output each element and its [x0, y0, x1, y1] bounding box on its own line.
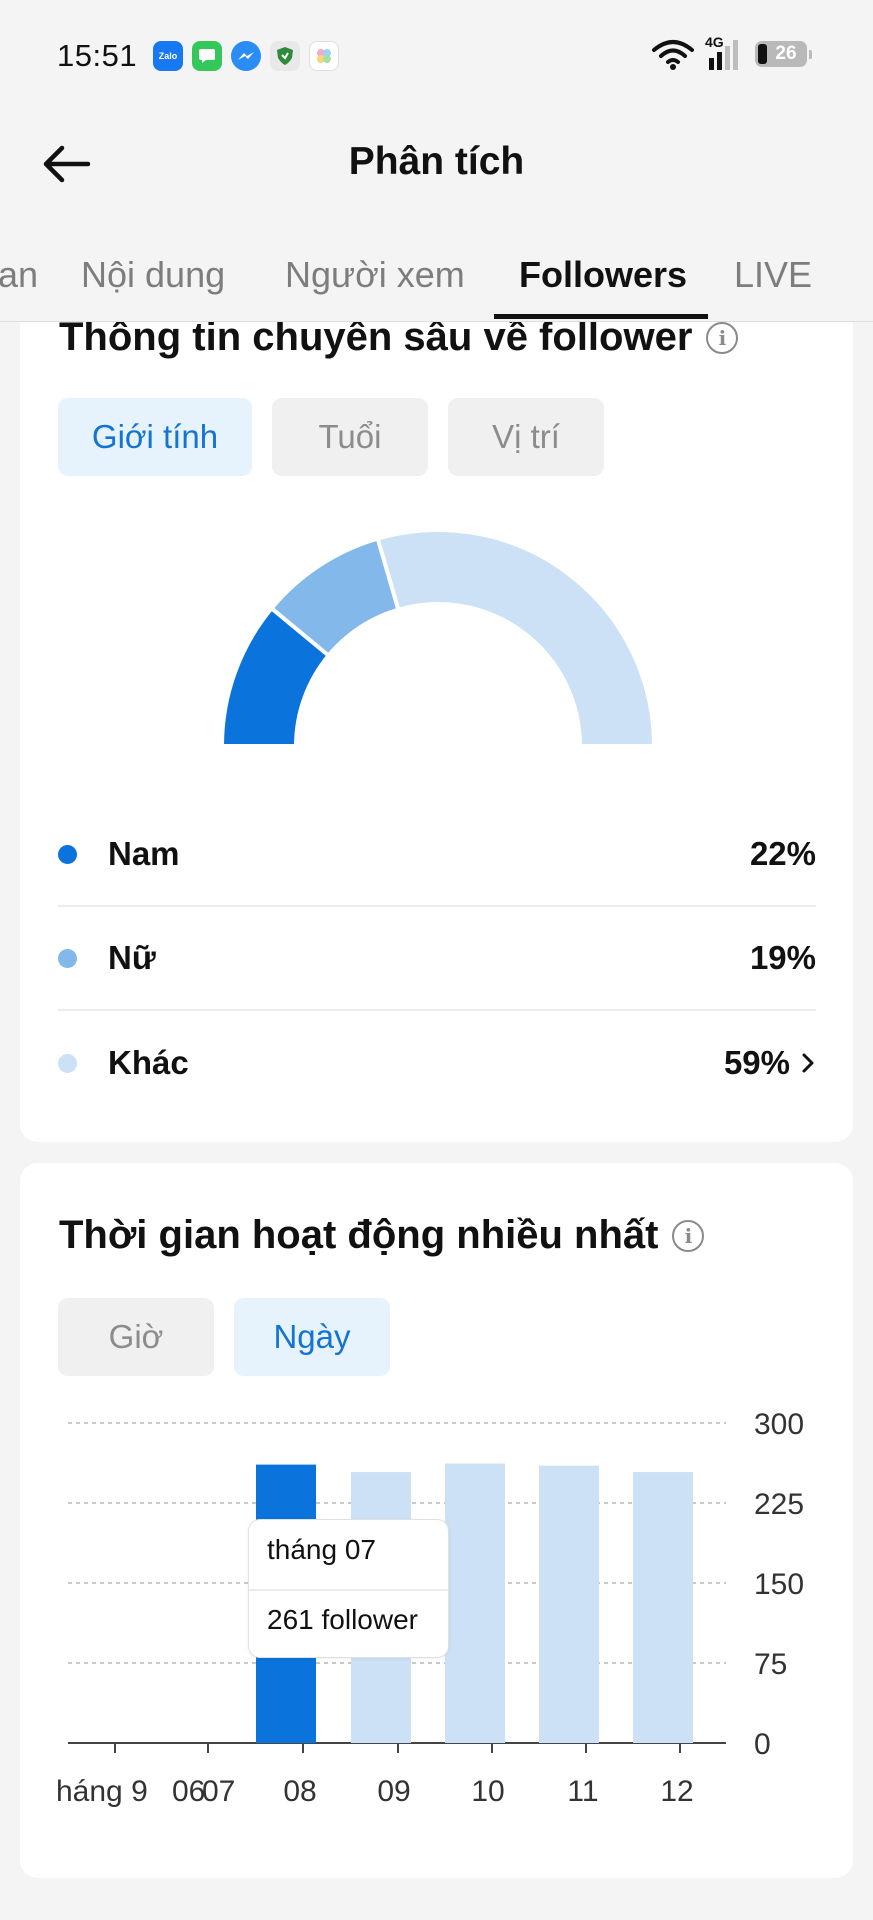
shield-app-icon	[270, 41, 300, 71]
notification-icons: Zalo	[153, 41, 339, 71]
y-tick-label: 0	[754, 1728, 771, 1761]
legend-row-other[interactable]: Khác 59%	[58, 1011, 816, 1115]
gauge-segment-2	[375, 530, 657, 748]
legend-row-male: Nam 22%	[58, 803, 816, 907]
info-icon[interactable]: i	[672, 1219, 705, 1252]
filter-gender[interactable]: Giới tính	[58, 398, 252, 476]
x-tick-label: 12	[660, 1775, 693, 1808]
messages-icon	[192, 41, 222, 71]
follower-insights-card: Thông tin chuyên sâu về follower i Giới …	[20, 290, 853, 1142]
legend-dot	[58, 1053, 77, 1073]
bar-09[interactable]	[445, 1463, 505, 1743]
filter-location[interactable]: Vị trí	[448, 398, 604, 476]
gender-legend: Nam 22% Nữ 19% Khác 59%	[58, 803, 816, 1115]
legend-dot	[58, 948, 77, 968]
app-header: Phân tích	[0, 116, 873, 208]
signal-icon	[709, 40, 738, 70]
x-tick-label: 08	[283, 1775, 316, 1808]
legend-value: 59%	[723, 1044, 790, 1081]
gender-gauge-chart	[219, 530, 657, 748]
tooltip-divider	[249, 1589, 448, 1591]
filter-age[interactable]: Tuổi	[272, 398, 428, 476]
x-tick-label: 06	[172, 1775, 205, 1808]
cell-signal: 4G	[705, 34, 745, 70]
x-tick-label: háng 9	[56, 1775, 148, 1808]
tab-live[interactable]: LIVE	[734, 254, 812, 296]
filter-hour[interactable]: Giờ	[58, 1298, 214, 1376]
activity-card: Thời gian hoạt động nhiều nhất i Giờ Ngà…	[20, 1163, 853, 1878]
legend-label: Nữ	[108, 939, 156, 976]
activity-title: Thời gian hoạt động nhiều nhất i	[59, 1213, 705, 1258]
tab-viewers[interactable]: Người xem	[285, 254, 465, 296]
legend-label: Nam	[108, 835, 180, 872]
legend-dot	[58, 844, 77, 864]
status-right: 4G 26	[651, 34, 812, 70]
tooltip-count: 261 follower	[267, 1604, 418, 1635]
activity-title-text: Thời gian hoạt động nhiều nhất	[59, 1213, 659, 1257]
messenger-icon	[231, 41, 261, 71]
x-tick-label: 07	[202, 1775, 235, 1808]
active-tab-indicator	[494, 314, 708, 319]
y-tick-label: 225	[754, 1488, 804, 1521]
y-tick-label: 300	[754, 1413, 804, 1441]
insights-filter-group: Giới tính Tuổi Vị trí	[58, 398, 604, 476]
bar-10[interactable]	[539, 1465, 599, 1743]
legend-row-female: Nữ 19%	[58, 907, 816, 1011]
tooltip-period: tháng 07	[267, 1534, 376, 1565]
legend-value: 19%	[749, 939, 816, 976]
tab-overview[interactable]: an	[0, 254, 38, 296]
legend-value-wrap: 59%	[724, 1044, 816, 1082]
y-tick-label: 75	[754, 1648, 787, 1681]
tab-bar: an Nội dung Người xem Followers LIVE	[0, 230, 873, 322]
x-tick-label: 09	[377, 1775, 410, 1808]
zalo-icon: Zalo	[153, 41, 183, 71]
legend-value: 22%	[749, 835, 816, 872]
bar-11[interactable]	[633, 1472, 693, 1743]
activity-filter-group: Giờ Ngày	[58, 1298, 390, 1376]
battery-level: 26	[775, 43, 797, 64]
info-icon[interactable]: i	[706, 321, 739, 354]
chart-tooltip: tháng 07 261 follower	[248, 1519, 449, 1658]
y-tick-label: 150	[754, 1568, 804, 1601]
tab-followers[interactable]: Followers	[519, 254, 687, 296]
battery-icon: 26	[755, 41, 812, 67]
page-title: Phân tích	[348, 140, 525, 183]
filter-day[interactable]: Ngày	[234, 1298, 390, 1376]
status-bar: 15:51 Zalo 4G 26	[0, 0, 873, 116]
x-tick-label: 10	[471, 1775, 504, 1808]
legend-label: Khác	[108, 1044, 189, 1081]
wifi-icon	[652, 40, 694, 70]
x-tick-label: 11	[567, 1775, 598, 1808]
gallery-app-icon	[309, 41, 339, 71]
status-time: 15:51	[57, 38, 138, 73]
chevron-right-icon[interactable]	[800, 1051, 816, 1075]
tab-content[interactable]: Nội dung	[81, 254, 225, 296]
